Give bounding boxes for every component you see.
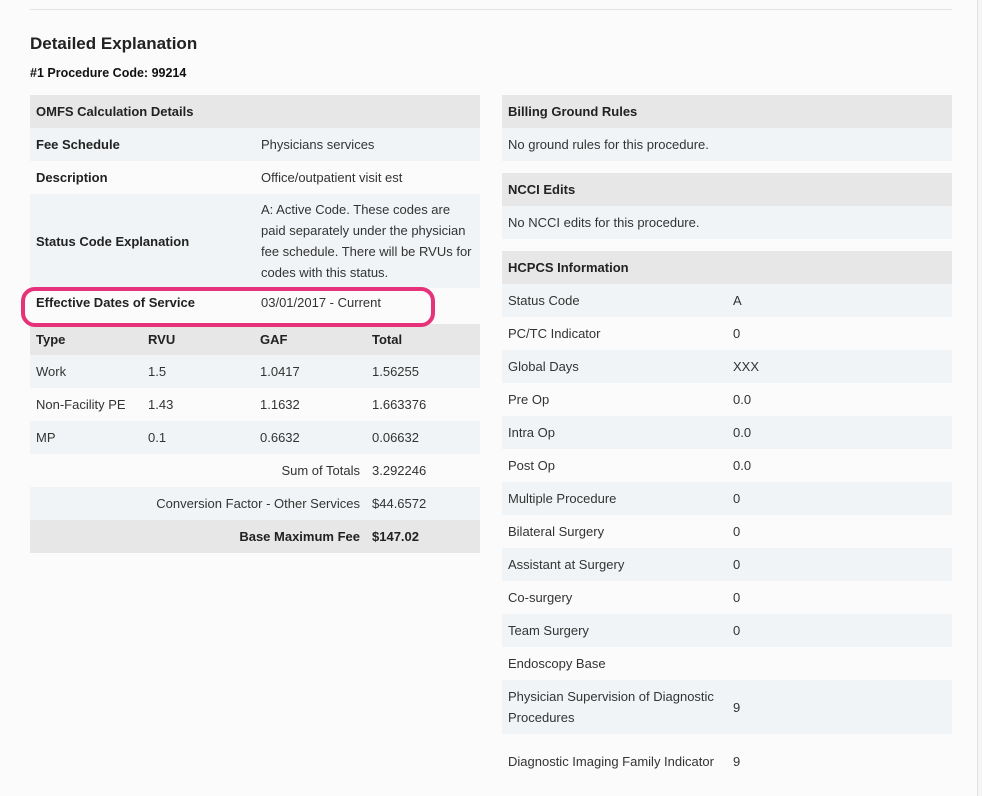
table-cell: Non-Facility PE (36, 397, 126, 412)
omfs-value: A: Active Code. These codes are paid sep… (261, 202, 472, 280)
hcpcs-row: Status Code A (502, 284, 952, 317)
hcpcs-label: Post Op (508, 458, 555, 473)
hcpcs-label: Diagnostic Imaging Family Indicator (508, 753, 714, 769)
hcpcs-value: 0 (733, 491, 741, 506)
hcpcs-value: 9 (733, 753, 741, 769)
omfs-header: OMFS Calculation Details (30, 95, 480, 128)
section-text: No ground rules for this procedure. (508, 137, 709, 152)
hcpcs-row: Post Op 0.0 (502, 449, 952, 482)
hcpcs-value: 0 (733, 590, 741, 605)
table-cell: 1.5 (148, 364, 167, 379)
hcpcs-row: Diagnostic Imaging Family Indicator 9 (502, 734, 952, 788)
hcpcs-label: Physician Supervision of Diagnostic Proc… (508, 689, 714, 725)
table-cell: 0.1 (148, 430, 167, 445)
hcpcs-value: 0.0 (733, 392, 752, 407)
section-header-label: Billing Ground Rules (508, 104, 638, 119)
column-header: GAF (260, 332, 288, 347)
hcpcs-row: Bilateral Surgery 0 (502, 515, 952, 548)
column-header: Total (372, 332, 403, 347)
divider (30, 9, 952, 10)
page-title: Detailed Explanation (30, 34, 198, 53)
table-row: Non-Facility PE 1.43 1.1632 1.663376 (30, 388, 480, 421)
omfs-value: Office/outpatient visit est (261, 170, 403, 185)
table-cell: Work (36, 364, 67, 379)
hcpcs-value: 0 (733, 557, 741, 572)
section-text: No NCCI edits for this procedure. (508, 215, 700, 230)
hcpcs-value: A (733, 293, 742, 308)
hcpcs-row: Physician Supervision of Diagnostic Proc… (502, 680, 952, 734)
omfs-header-label: OMFS Calculation Details (36, 104, 194, 119)
hcpcs-label: Bilateral Surgery (508, 524, 605, 539)
column-header: Type (36, 332, 66, 347)
hcpcs-value: 0 (733, 326, 741, 341)
table-cell: 1.663376 (372, 397, 427, 412)
omfs-value: Physicians services (261, 137, 375, 152)
detail-panel: Detailed Explanation #1 Procedure Code: … (0, 0, 978, 796)
section-header-label: NCCI Edits (508, 182, 576, 197)
hcpcs-label: Endoscopy Base (508, 656, 606, 671)
omfs-label: Status Code Explanation (36, 233, 190, 249)
hcpcs-label: Intra Op (508, 425, 555, 440)
hcpcs-row: Endoscopy Base (502, 647, 952, 680)
base-maximum-fee-row: Base Maximum Fee $147.02 (30, 520, 480, 553)
table-cell: 1.0417 (260, 364, 300, 379)
hcpcs-row: Assistant at Surgery 0 (502, 548, 952, 581)
hcpcs-row: Multiple Procedure 0 (502, 482, 952, 515)
omfs-row-fee-schedule: Fee Schedule Physicians services (30, 128, 480, 161)
conversion-factor-row: Conversion Factor - Other Services $44.6… (30, 487, 480, 520)
hcpcs-row: Team Surgery 0 (502, 614, 952, 647)
rvu-table-header: Type RVU GAF Total (30, 324, 480, 355)
hcpcs-label: Team Surgery (508, 623, 589, 638)
base-fee-value: $147.02 (372, 529, 419, 544)
omfs-label: Fee Schedule (36, 137, 120, 152)
hcpcs-label: Status Code (508, 293, 580, 308)
hcpcs-row: PC/TC Indicator 0 (502, 317, 952, 350)
table-cell: 0.06632 (372, 430, 419, 445)
hcpcs-label: Assistant at Surgery (508, 557, 625, 572)
hcpcs-row: Global Days XXX (502, 350, 952, 383)
hcpcs-label: PC/TC Indicator (508, 326, 601, 341)
table-row: MP 0.1 0.6632 0.06632 (30, 421, 480, 454)
hcpcs-row: Intra Op 0.0 (502, 416, 952, 449)
sum-of-totals-row: Sum of Totals 3.292246 (30, 454, 480, 487)
conversion-factor-value: $44.6572 (372, 496, 427, 511)
omfs-row-status-code: Status Code Explanation A: Active Code. … (30, 194, 480, 288)
hcpcs-label: Co-surgery (508, 590, 573, 605)
sum-value: 3.292246 (372, 463, 427, 478)
table-row: Work 1.5 1.0417 1.56255 (30, 355, 480, 388)
column-header: RVU (148, 332, 176, 347)
billing-ground-rules-text: No ground rules for this procedure. (502, 128, 952, 161)
hcpcs-value: 0 (733, 524, 741, 539)
hcpcs-label: Global Days (508, 359, 579, 374)
hcpcs-value: 0.0 (733, 425, 752, 440)
effective-dates-highlight-annotation (21, 287, 435, 327)
ncci-edits-header: NCCI Edits (502, 173, 952, 206)
hcpcs-label: Pre Op (508, 392, 550, 407)
procedure-code-line: #1 Procedure Code: 99214 (30, 66, 187, 80)
hcpcs-value: 0 (733, 623, 741, 638)
right-column: Billing Ground Rules No ground rules for… (502, 95, 952, 788)
conversion-factor-label: Conversion Factor - Other Services (156, 496, 360, 511)
hcpcs-row: Pre Op 0.0 (502, 383, 952, 416)
hcpcs-value: XXX (733, 359, 760, 374)
hcpcs-information-header: HCPCS Information (502, 251, 952, 284)
hcpcs-value: 0.0 (733, 458, 752, 473)
section-header-label: HCPCS Information (508, 260, 629, 275)
table-cell: 1.56255 (372, 364, 419, 379)
billing-ground-rules-header: Billing Ground Rules (502, 95, 952, 128)
omfs-label: Description (36, 170, 108, 185)
omfs-row-description: Description Office/outpatient visit est (30, 161, 480, 194)
hcpcs-value: 9 (733, 699, 741, 715)
table-cell: MP (36, 430, 56, 445)
table-cell: 1.43 (148, 397, 174, 412)
base-fee-label: Base Maximum Fee (239, 529, 360, 544)
ncci-edits-text: No NCCI edits for this procedure. (502, 206, 952, 239)
table-cell: 1.1632 (260, 397, 300, 412)
hcpcs-row: Co-surgery 0 (502, 581, 952, 614)
table-cell: 0.6632 (260, 430, 300, 445)
hcpcs-label: Multiple Procedure (508, 491, 617, 506)
sum-label: Sum of Totals (281, 463, 360, 478)
